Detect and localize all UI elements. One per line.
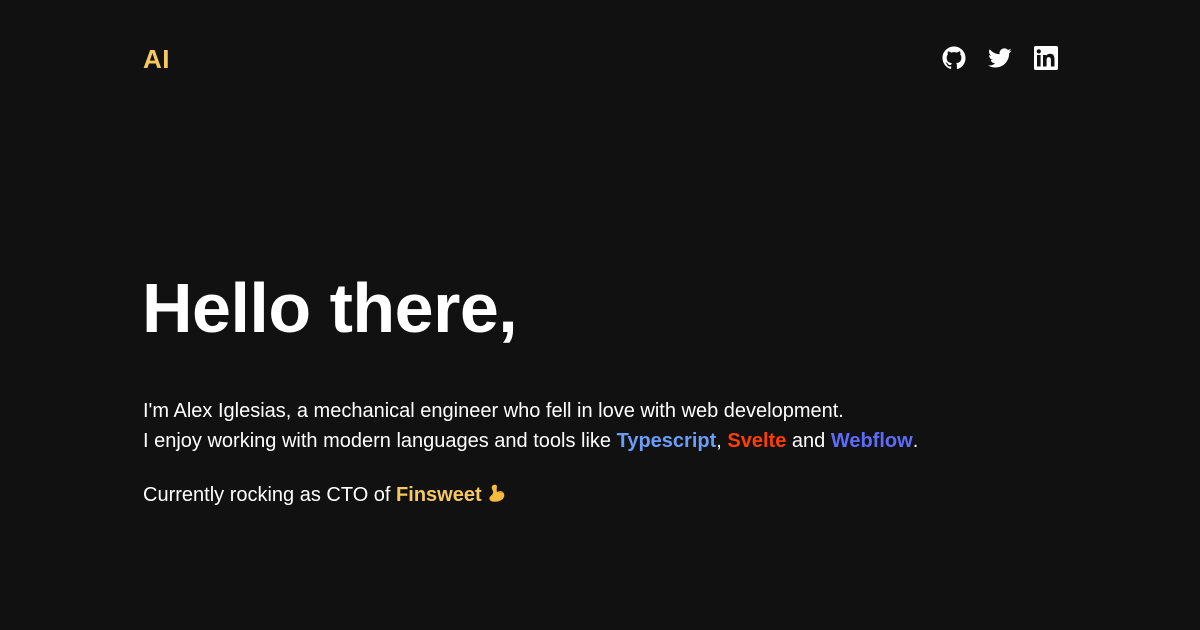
twitter-link[interactable] <box>988 46 1012 70</box>
page-title: Hello there, <box>142 269 518 347</box>
typescript-link[interactable]: Typescript <box>617 430 717 452</box>
intro-line-1: I'm Alex Iglesias, a mechanical engineer… <box>143 400 844 422</box>
separator-and: and <box>786 430 831 452</box>
intro-line-2-suffix: . <box>912 430 919 452</box>
svelte-link[interactable]: Svelte <box>727 430 786 452</box>
intro-text: I'm Alex Iglesias, a mechanical engineer… <box>143 396 918 456</box>
separator-comma: , <box>716 430 728 452</box>
webflow-link[interactable]: Webflow <box>831 430 913 452</box>
github-icon <box>942 46 966 70</box>
twitter-icon <box>988 48 1012 68</box>
flexed-biceps-icon <box>489 484 504 502</box>
linkedin-icon <box>1034 46 1058 70</box>
social-links <box>942 46 1058 70</box>
current-role: Currently rocking as CTO of Finsweet <box>143 480 508 510</box>
linkedin-link[interactable] <box>1034 46 1058 70</box>
intro-line-2-prefix: I enjoy working with modern languages an… <box>143 430 617 452</box>
logo[interactable]: AI <box>143 40 170 78</box>
github-link[interactable] <box>942 46 966 70</box>
intro-line-2: I enjoy working with modern languages an… <box>143 426 918 456</box>
finsweet-link[interactable]: Finsweet <box>396 484 482 506</box>
current-role-prefix: Currently rocking as CTO of <box>143 484 397 506</box>
